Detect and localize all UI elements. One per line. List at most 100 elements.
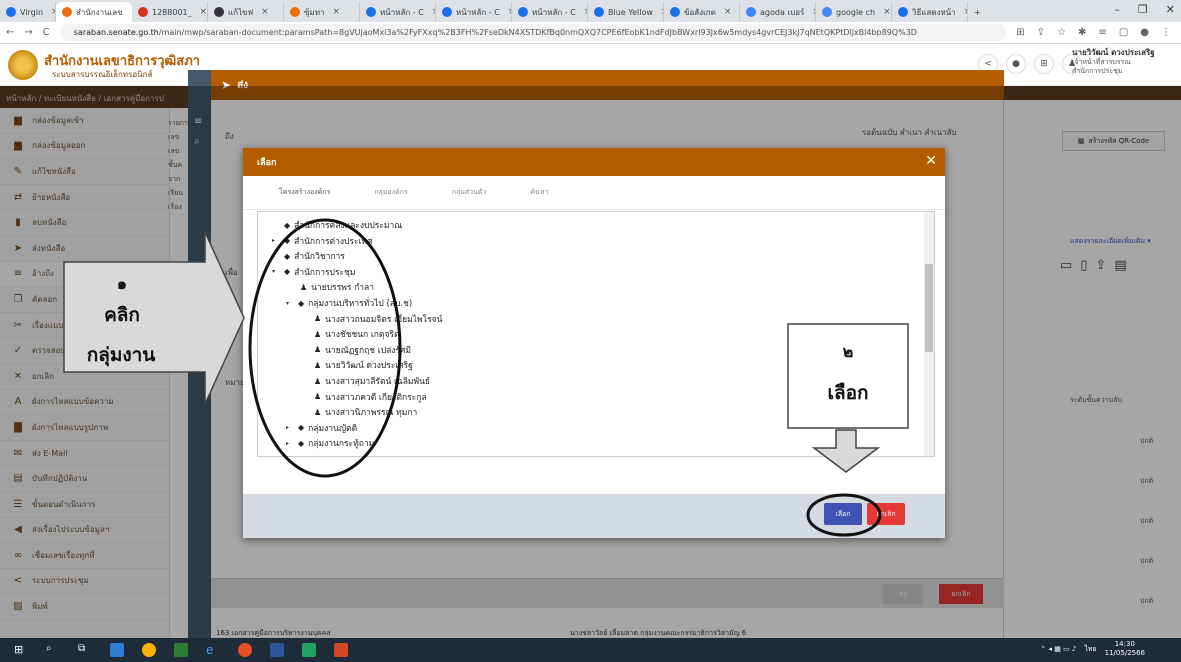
tree-node-label: นายณัฏฐกฤช เปล่งรัศมี [325,345,412,356]
star-icon[interactable]: ☆ [1057,27,1066,38]
share-icon[interactable]: ⇪ [1037,27,1045,38]
system-tray: ⌃ ◂ ▦ ▭ ♪ ไทย 14:30 11/05/2566 [1040,640,1145,658]
new-tab-button[interactable]: + [968,2,987,22]
windows-start-icon[interactable]: ⊞ [14,643,28,657]
caret-down-icon[interactable]: ▾ [286,300,294,307]
word-icon[interactable] [270,643,284,657]
browser-tab[interactable]: วิธีแสดงหน้า× [892,2,968,22]
browser-tab[interactable]: 1288001_ × [132,2,208,22]
caret-down-icon[interactable]: ▾ [272,268,280,275]
tree-scroll-thumb[interactable] [925,264,933,352]
tab-favicon-icon [518,7,528,17]
tag-icon: ◆ [284,251,291,261]
tree-node-label: นางสาวสุมาลีรัตน์ เฉลิมพันธ์ [325,377,431,387]
browser-tab[interactable]: แก้ไขฟ × [208,2,284,22]
tab-favicon-icon [290,7,300,17]
caret-right-icon[interactable]: ▸ [286,424,294,431]
tree-person-node[interactable]: ♟ นางสาวนิภาพรรณ ทุมกา [314,405,417,419]
browser-tab[interactable]: สำนักงานเลข× [56,2,132,22]
browser-tab[interactable]: ซุ้มทา × [284,2,360,22]
tree-org-node[interactable]: ▸ ◆ สำนักการต่างประเทศ [272,234,372,248]
sidepanel-icon[interactable]: ▢ [1119,27,1128,38]
browser-tab[interactable]: Blue Yellow× [588,2,664,22]
language-indicator[interactable]: ไทย [1084,644,1096,655]
tree-org-node[interactable]: ▾ ◆ สำนักการประชุม [272,265,355,279]
url-field[interactable]: saraban.senate.go.th/main/mwp/saraban-do… [59,24,1007,41]
translate-icon[interactable]: ⊞ [1016,27,1024,38]
tree-node-label: สำนักการประชุม [294,267,356,278]
chrome-taskbar-icon[interactable] [142,643,156,657]
tree-person-node[interactable]: ♟ นายวิวัฒน์ ดวงประเสริฐ [314,358,413,372]
chat-icon[interactable] [302,643,316,657]
tab-close-icon[interactable]: × [261,7,269,17]
back-icon[interactable]: ← [6,27,14,38]
caret-right-icon[interactable]: ▸ [272,253,280,260]
tab-label: Virgin [20,7,44,17]
extensions-icon[interactable]: ✱ [1078,27,1086,38]
tree-scrollbar[interactable] [924,212,934,456]
browser-tab[interactable]: หน้าหลัก - C× [360,2,436,22]
maximize-icon[interactable]: ❐ [1138,3,1148,16]
close-icon[interactable]: ✕ [925,153,937,169]
app-icon-2[interactable] [174,643,188,657]
tree-org-node[interactable]: ▸ ◆ กลุ่มงานกระทู้ถาม [286,436,374,450]
tree-person-node[interactable]: ♟ นางสาวถนอมจิตร เอี่ยมไพโรจน์ [314,312,442,326]
task-view-icon[interactable]: ⧉ [78,643,92,657]
step2-text: เลือก [827,382,869,404]
chrome-active-icon[interactable] [238,643,252,657]
tag-icon: ◆ [284,267,291,277]
tree-org-node[interactable]: ▸ ◆ สำนักวิชาการ [272,249,345,263]
forward-icon[interactable]: → [24,27,32,38]
reload-icon[interactable]: C [43,27,50,38]
tree-node-label: สำนักวิชาการ [294,252,345,263]
tab-close-icon[interactable]: × [200,7,207,17]
tray-icons[interactable]: ⌃ ◂ ▦ ▭ ♪ [1040,645,1076,653]
bell-icon[interactable]: ● [1006,54,1026,74]
caret-right-icon[interactable]: ▸ [272,237,280,244]
person-icon: ♟ [314,376,322,386]
browser-tab[interactable]: agoda เบอร์× [740,2,816,22]
step1-number: ๑ [116,274,128,293]
tree-org-node[interactable]: ▾ ◆ กลุ่มงานบริหารทั่วไป (สบ.ช) [286,296,412,310]
edge-icon[interactable]: e [206,643,220,657]
dialog-tab[interactable]: กลุ่มส่วนตัว [452,187,487,198]
tree-person-node[interactable]: ♟ นางสาวสุมาลีรัตน์ เฉลิมพันธ์ [314,374,430,388]
playlist-icon[interactable]: ≡ [1098,27,1106,38]
browser-tab[interactable]: หน้าหลัก - C× [436,2,512,22]
browser-tab[interactable]: google ch × [816,2,892,22]
tree-person-node[interactable]: ♟ นายบรรพร กำลา [300,280,374,294]
dialog-header: เลือก ✕ [243,148,945,176]
tree-org-node[interactable]: ◆ สำนักการคลังและงบประมาณ [272,218,402,232]
search-icon[interactable]: ⌕ [46,643,60,657]
apps-grid-icon[interactable]: ⊞ [1034,54,1054,74]
caret-right-icon[interactable]: ▸ [286,440,294,447]
tree-person-node[interactable]: ♟ นางชัชชนก เกตุจริต [314,327,400,341]
profile-icon[interactable]: ● [1140,27,1149,38]
person-icon: ♟ [314,360,322,370]
clock-date: 11/05/2566 [1104,649,1145,657]
select-button[interactable]: เลือก [824,503,862,525]
minimize-icon[interactable]: – [1114,3,1120,16]
browser-tab[interactable]: หน้าหลัก - C× [512,2,588,22]
browser-tab[interactable]: Virgin× [0,2,56,22]
dialog-tab[interactable]: ค้นหา [530,187,548,198]
clock-time: 14:30 [1114,640,1135,648]
tab-favicon-icon [746,7,756,17]
acrobat-icon[interactable] [334,643,348,657]
app-icon-1[interactable] [110,643,124,657]
tree-person-node[interactable]: ♟ นางสาวภควดี เกียรติกระกูล [314,390,427,404]
menu-icon[interactable]: ⋮ [1161,27,1171,38]
dialog-tab[interactable]: โครงสร้างองค์กร [279,187,330,198]
cancel-button[interactable]: ยกเลิก [867,503,905,525]
browser-tab[interactable]: ข้อสังเกต × [664,2,740,22]
tree-org-node[interactable]: ▸ ◆ กลุ่มงานญัตติ [286,421,357,435]
dialog-tab[interactable]: กลุ่มองค์กร [374,187,407,198]
user-info[interactable]: นายวิวัฒน์ ดวงประเสริฐ เจ้าหน้าที่สารบรร… [1072,48,1155,76]
tab-close-icon[interactable]: × [883,7,891,17]
tab-close-icon[interactable]: × [332,7,340,17]
clock[interactable]: 14:30 11/05/2566 [1105,640,1145,658]
person-icon: ♟ [314,314,322,324]
tab-close-icon[interactable]: × [724,7,732,17]
close-window-icon[interactable]: ✕ [1166,3,1175,16]
tree-person-node[interactable]: ♟ นายณัฏฐกฤช เปล่งรัศมี [314,343,411,357]
